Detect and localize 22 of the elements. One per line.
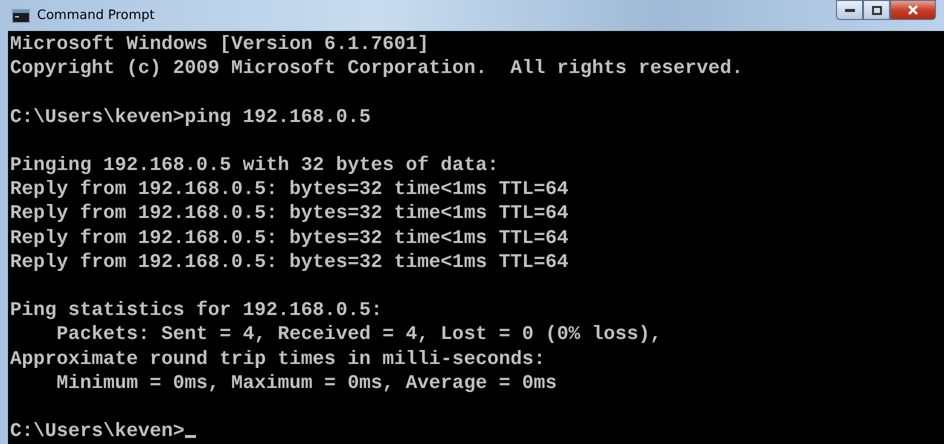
console-line: Copyright (c) 2009 Microsoft Corporation. All rights reserved. [10,56,744,80]
maximize-button[interactable] [863,0,890,20]
console-line: Reply from 192.168.0.5: bytes=32 time<1ms TTL=64 [10,226,570,250]
terminal-icon [12,8,30,22]
text-cursor-icon [184,435,196,438]
window-title: Command Prompt [37,8,155,23]
maximize-icon [872,6,882,14]
console-line: Packets: Sent = 4, Received = 4, Lost = 0 (0% loss), [56,322,663,347]
console-line: Minimum = 0ms, Maximum = 0ms, Average = 0ms [56,370,558,395]
command-prompt: C:\Users\keven> [10,419,185,444]
console-line: Approximate round trip times in milli-seconds: [10,346,546,371]
console-line: Ping statistics for 192.168.0.5: [10,298,384,322]
console-line: Pinging 192.168.0.5 with 32 bytes of data: [10,152,500,178]
close-icon [907,5,919,15]
console-line: Microsoft Windows [Version 6.1.7601] [10,32,430,56]
console-line: Reply from 192.168.0.5: bytes=32 time<1ms TTL=64 [10,201,570,226]
minimize-icon [844,8,854,12]
console-line: Reply from 192.168.0.5: bytes=32 time<1ms TTL=64 [10,177,570,202]
console-line: C:\Users\keven>ping 192.168.0.5 [10,104,372,129]
console-line: Reply from 192.168.0.5: bytes=32 time<1ms TTL=64 [10,250,570,274]
close-button[interactable] [890,0,936,20]
minimize-button[interactable] [836,0,863,20]
